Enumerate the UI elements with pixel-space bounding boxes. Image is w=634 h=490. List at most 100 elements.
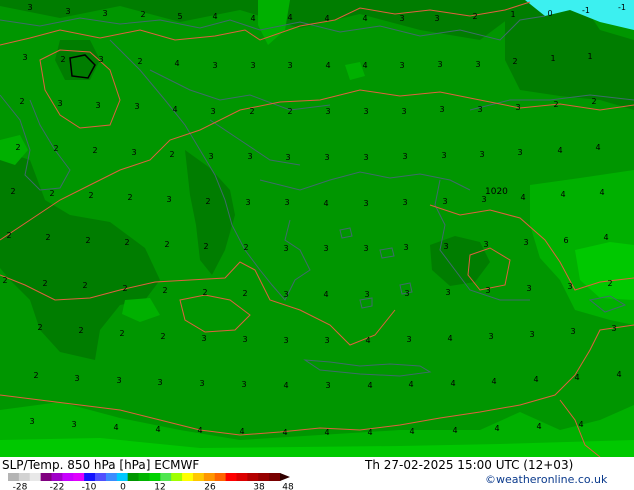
temperature-label: 3 bbox=[324, 336, 329, 345]
temperature-label: 2 bbox=[85, 236, 90, 245]
color-scale-swatch bbox=[29, 473, 42, 481]
temperature-label: 3 bbox=[157, 378, 162, 387]
temperature-label: 2 bbox=[2, 276, 7, 285]
temperature-label: 4 bbox=[603, 233, 608, 242]
temperature-label: -1 bbox=[582, 6, 590, 15]
credit-link[interactable]: ©weatheronline.co.uk bbox=[485, 473, 607, 486]
map-title: SLP/Temp. 850 hPa [hPa] ECMWF bbox=[2, 458, 200, 472]
temperature-label: 4 bbox=[452, 426, 457, 435]
temperature-label: 3 bbox=[102, 9, 107, 18]
color-scale-tick-label: 38 bbox=[253, 483, 265, 490]
color-scale-swatch bbox=[192, 473, 205, 481]
color-scale-swatch bbox=[8, 473, 20, 481]
temperature-label: 3 bbox=[485, 286, 490, 295]
temperature-label: 2 bbox=[202, 288, 207, 297]
temperature-label: 3 bbox=[529, 330, 534, 339]
temperature-label: 4 bbox=[520, 193, 525, 202]
color-scale-swatch bbox=[127, 473, 140, 481]
temperature-label: 3 bbox=[401, 107, 406, 116]
temperature-label: 3 bbox=[283, 290, 288, 299]
temperature-label: 3 bbox=[406, 335, 411, 344]
temperature-label: 3 bbox=[71, 420, 76, 429]
temperature-label: 2 bbox=[472, 12, 477, 21]
temperature-label: 3 bbox=[523, 238, 528, 247]
temperature-label: 3 bbox=[437, 60, 442, 69]
temperature-label: 2 bbox=[242, 289, 247, 298]
temperature-label: 4 bbox=[616, 370, 621, 379]
temperature-label: 3 bbox=[363, 107, 368, 116]
color-scale-swatch bbox=[149, 473, 161, 481]
temperature-label: -1 bbox=[618, 3, 626, 12]
temperature-label: 3 bbox=[283, 244, 288, 253]
temperature-label: 3 bbox=[247, 152, 252, 161]
temperature-label: 2 bbox=[512, 57, 517, 66]
temperature-label: 2 bbox=[127, 193, 132, 202]
temperature-label: 2 bbox=[162, 286, 167, 295]
temperature-label: 4 bbox=[325, 61, 330, 70]
temperature-label: 4 bbox=[283, 381, 288, 390]
temperature-label: 1 bbox=[550, 54, 555, 63]
color-scale-swatch bbox=[95, 473, 107, 481]
color-scale-tick-label: 26 bbox=[204, 483, 216, 490]
temperature-label: 3 bbox=[443, 242, 448, 251]
temperature-label: 3 bbox=[199, 379, 204, 388]
color-scale-swatch bbox=[62, 473, 74, 481]
temperature-label: 2 bbox=[78, 326, 83, 335]
temperature-label: 2 bbox=[33, 371, 38, 380]
temperature-label: 2 bbox=[607, 279, 612, 288]
temperature-label: 2 bbox=[60, 55, 65, 64]
temperature-label: 3 bbox=[445, 288, 450, 297]
temperature-label: 3 bbox=[434, 14, 439, 23]
temperature-label: 2 bbox=[45, 233, 50, 242]
temperature-label: 1 bbox=[587, 52, 592, 61]
temperature-label: 2 bbox=[169, 150, 174, 159]
temperature-label: 0 bbox=[547, 9, 552, 18]
temperature-label: 3 bbox=[284, 198, 289, 207]
color-scale-ticks: -28 -22 -10 0 12 26 38 48 bbox=[13, 483, 294, 490]
temperature-label: 3 bbox=[363, 244, 368, 253]
temperature-label: 4 bbox=[578, 420, 583, 429]
temperature-label: 3 bbox=[210, 107, 215, 116]
color-scale-swatch bbox=[138, 473, 150, 481]
temperature-label: 2 bbox=[553, 100, 558, 109]
temperature-label: 4 bbox=[367, 428, 372, 437]
temperature-label: 2 bbox=[140, 10, 145, 19]
temperature-label: 2 bbox=[19, 97, 24, 106]
temperature-label: 2 bbox=[15, 143, 20, 152]
color-scale-legend: -28 -22 -10 0 12 26 38 48 bbox=[8, 473, 294, 490]
temperature-label: 6 bbox=[563, 236, 568, 245]
color-scale-swatch bbox=[258, 473, 270, 481]
temperature-label: 2 bbox=[88, 191, 93, 200]
temperature-label: 4 bbox=[212, 12, 217, 21]
color-scale-swatch bbox=[105, 473, 118, 481]
color-scale-tick-label: -28 bbox=[13, 483, 28, 490]
temperature-label: 3 bbox=[325, 107, 330, 116]
temperature-label: 3 bbox=[242, 335, 247, 344]
temperature-label: 3 bbox=[363, 199, 368, 208]
weather-map: 3 3 3 2 5 4 4 4 4 4 3 3 2 1 0 -1 -1 3 2 3 2 4 3 3 3 4 4 3 3 3 2 1 1 2 3 3 3 4… bbox=[0, 0, 634, 457]
temperature-label: 3 bbox=[22, 53, 27, 62]
temperature-label: 3 bbox=[402, 152, 407, 161]
temperature-label: 3 bbox=[201, 334, 206, 343]
temperature-label: 4 bbox=[409, 427, 414, 436]
color-scale-swatch bbox=[203, 473, 216, 481]
temperature-label: 4 bbox=[536, 422, 541, 431]
temperature-label: 4 bbox=[365, 336, 370, 345]
temperature-label: 3 bbox=[404, 289, 409, 298]
temperature-label: 3 bbox=[364, 290, 369, 299]
color-scale-swatch bbox=[116, 473, 129, 481]
temperature-label: 4 bbox=[560, 190, 565, 199]
temperature-label: 4 bbox=[574, 373, 579, 382]
temperature-label: 3 bbox=[363, 153, 368, 162]
map-datetime: Th 27-02-2025 15:00 UTC (12+03) bbox=[365, 458, 574, 472]
temperature-label: 3 bbox=[483, 240, 488, 249]
temperature-label: 3 bbox=[323, 244, 328, 253]
temperature-label: 4 bbox=[447, 334, 452, 343]
color-scale-swatch bbox=[40, 473, 53, 481]
temperature-label: 4 bbox=[172, 105, 177, 114]
color-scale-swatch bbox=[182, 473, 194, 481]
color-scale-tick-label: 0 bbox=[120, 483, 126, 490]
temperature-label: 2 bbox=[92, 146, 97, 155]
isobar-label: 1020 bbox=[485, 187, 508, 197]
temperature-label: 2 bbox=[37, 323, 42, 332]
